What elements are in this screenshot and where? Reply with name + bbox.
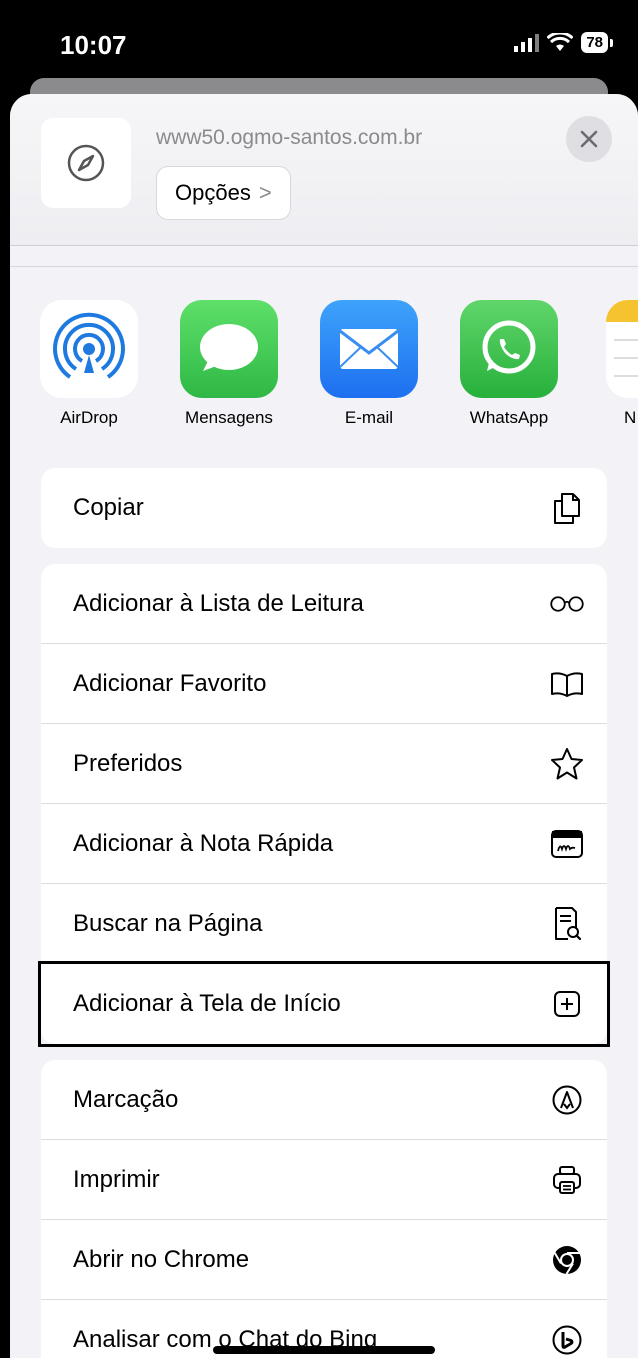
app-label: N <box>624 408 637 427</box>
add-square-icon <box>549 986 585 1022</box>
action-label: Preferidos <box>73 749 183 777</box>
share-apps-row: AirDrop Mensagens E-mail WhatsApp N <box>10 300 638 440</box>
app-label: Mensagens <box>185 408 273 427</box>
actions-group-safari: Adicionar à Lista de Leitura Adicionar F… <box>38 564 610 1047</box>
find-in-page-icon <box>549 906 585 942</box>
share-app-airdrop[interactable]: AirDrop <box>34 300 144 428</box>
chrome-icon <box>549 1242 585 1278</box>
options-button[interactable]: Opções > <box>156 166 291 220</box>
battery-indicator: 78 <box>581 32 613 53</box>
chevron-right-icon: > <box>258 180 272 205</box>
airdrop-icon <box>40 300 138 398</box>
action-add-quick-note[interactable]: Adicionar à Nota Rápida <box>41 804 607 884</box>
share-app-messages[interactable]: Mensagens <box>174 300 284 428</box>
status-indicators: 78 <box>513 32 613 53</box>
action-favorites[interactable]: Preferidos <box>41 724 607 804</box>
action-label: Buscar na Página <box>73 909 263 937</box>
action-find-on-page[interactable]: Buscar na Página <box>41 884 607 964</box>
site-favicon <box>41 118 131 208</box>
action-add-bookmark[interactable]: Adicionar Favorito <box>41 644 607 724</box>
status-time: 10:07 <box>60 30 127 60</box>
bing-icon <box>549 1322 585 1358</box>
action-open-in-chrome[interactable]: Abrir no Chrome <box>41 1220 607 1300</box>
quick-note-icon <box>549 826 585 862</box>
cellular-signal-icon <box>514 33 540 52</box>
action-markup[interactable]: Marcação <box>41 1060 607 1140</box>
status-bar: 10:07 78 <box>0 0 638 90</box>
share-app-email[interactable]: E-mail <box>314 300 424 428</box>
action-print[interactable]: Imprimir <box>41 1140 607 1220</box>
page-url: www50.ogmo-santos.com.br <box>156 126 423 149</box>
app-label: WhatsApp <box>469 408 549 427</box>
mail-icon <box>320 300 418 398</box>
action-label: Adicionar à Lista de Leitura <box>73 589 364 617</box>
home-indicator <box>213 1346 435 1354</box>
action-label: Adicionar à Tela de Início <box>73 990 341 1017</box>
share-sheet-header: www50.ogmo-santos.com.br Opções > <box>10 94 638 246</box>
action-add-reading-list[interactable]: Adicionar à Lista de Leitura <box>41 564 607 644</box>
action-add-to-home-screen[interactable]: Adicionar à Tela de Início <box>38 961 610 1047</box>
whatsapp-icon <box>460 300 558 398</box>
close-button[interactable] <box>566 116 612 162</box>
action-label: Imprimir <box>73 1165 160 1193</box>
share-sheet: www50.ogmo-santos.com.br Opções > AirDro… <box>10 94 638 1358</box>
action-label: Copiar <box>73 494 144 521</box>
share-app-notes[interactable]: N <box>594 300 638 428</box>
wifi-icon <box>547 32 574 51</box>
share-app-whatsapp[interactable]: WhatsApp <box>454 300 564 428</box>
notes-icon <box>606 300 638 398</box>
divider <box>10 266 638 267</box>
printer-icon <box>549 1162 585 1198</box>
safari-compass-icon <box>67 144 105 182</box>
app-label: AirDrop <box>60 408 118 427</box>
action-label: Marcação <box>73 1085 179 1113</box>
book-icon <box>549 666 585 702</box>
app-label: E-mail <box>344 408 394 427</box>
markup-icon <box>549 1082 585 1118</box>
action-label: Adicionar à Nota Rápida <box>73 829 334 857</box>
action-label: Adicionar Favorito <box>73 669 267 697</box>
glasses-icon <box>549 586 585 622</box>
action-copy[interactable]: Copiar <box>41 468 607 548</box>
options-label: Opções <box>175 180 251 205</box>
action-label: Abrir no Chrome <box>73 1245 250 1273</box>
copy-icon <box>549 490 585 526</box>
close-icon <box>580 130 598 148</box>
actions-group-other: Marcação Imprimir Abrir no Chrome Analis… <box>41 1060 607 1358</box>
star-icon <box>549 746 585 782</box>
actions-group-copy: Copiar <box>41 468 607 548</box>
messages-icon <box>180 300 278 398</box>
